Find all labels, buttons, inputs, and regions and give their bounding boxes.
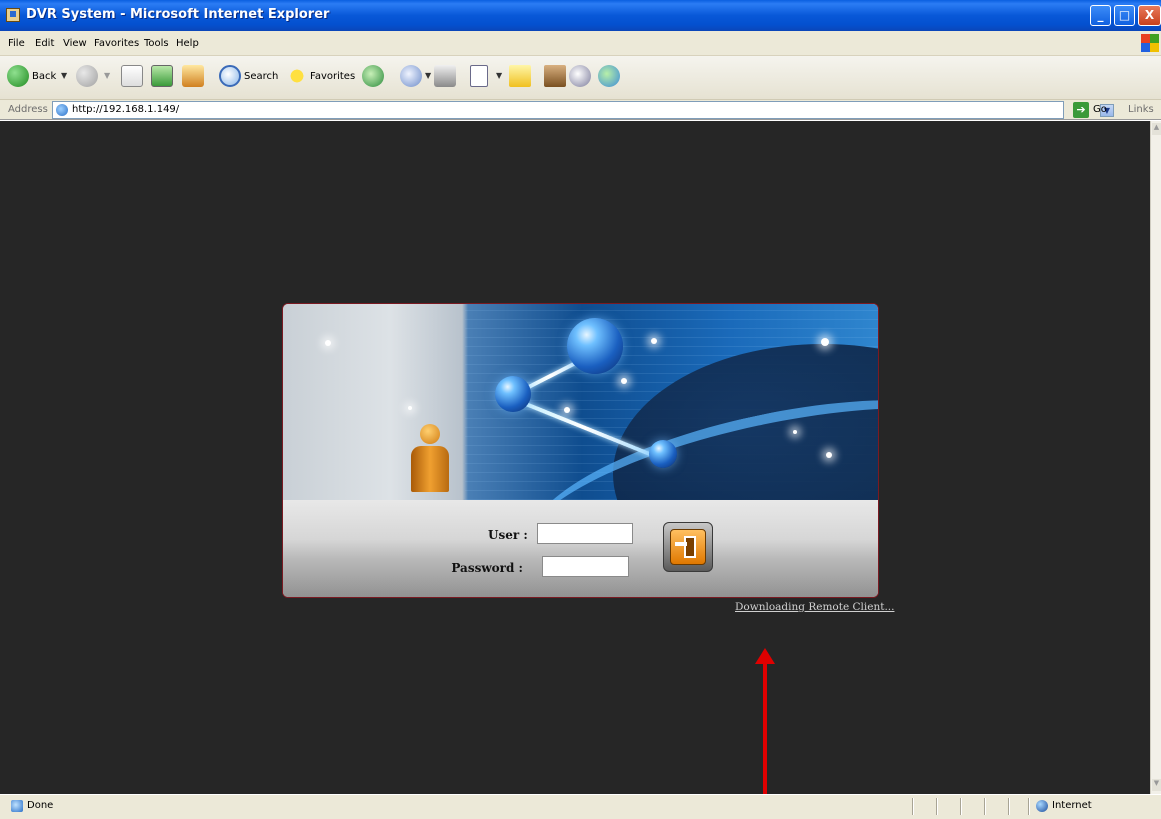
maximize-button[interactable]: □ <box>1114 5 1135 26</box>
title-bar: DVR System - Microsoft Internet Explorer… <box>0 0 1161 31</box>
address-url[interactable]: http://192.168.1.149/ <box>72 104 179 115</box>
contacts-icon[interactable] <box>598 65 620 87</box>
network-node-icon <box>495 376 531 412</box>
scroll-down-icon[interactable]: ▼ <box>1152 779 1161 791</box>
forward-arrow-icon[interactable] <box>76 65 98 87</box>
status-bar: Done Internet <box>0 794 1161 819</box>
discuss-note-icon[interactable] <box>509 65 531 87</box>
back-dropdown-icon[interactable]: ▼ <box>61 71 67 80</box>
menu-help[interactable]: Help <box>176 38 199 49</box>
search-label[interactable]: Search <box>244 71 278 82</box>
home-icon[interactable] <box>182 65 204 87</box>
forward-dropdown-icon[interactable]: ▼ <box>104 71 110 80</box>
ie-app-icon <box>6 8 20 22</box>
links-button[interactable]: Links <box>1128 104 1154 115</box>
menu-tools[interactable]: Tools <box>144 38 169 49</box>
stop-icon[interactable] <box>121 65 143 87</box>
edit-word-icon[interactable] <box>470 65 488 87</box>
mail-dropdown-icon[interactable]: ▼ <box>425 71 431 80</box>
login-door-icon <box>670 529 706 565</box>
user-label: User : <box>488 528 528 542</box>
favorites-star-icon[interactable] <box>286 65 308 87</box>
research-icon[interactable] <box>544 65 566 87</box>
login-button[interactable] <box>663 522 713 572</box>
user-avatar-icon <box>411 424 449 492</box>
address-input[interactable]: http://192.168.1.149/ ▼ <box>52 101 1114 119</box>
status-text: Done <box>27 800 54 811</box>
menu-file[interactable]: File <box>8 38 25 49</box>
menu-edit[interactable]: Edit <box>35 38 54 49</box>
login-panel: User : Password : <box>282 303 879 598</box>
refresh-icon[interactable] <box>151 65 173 87</box>
network-node-icon <box>567 318 623 374</box>
windows-logo-icon <box>1141 34 1159 52</box>
menu-view[interactable]: View <box>63 38 87 49</box>
go-arrow-icon[interactable]: ➔ <box>1073 102 1089 118</box>
history-icon[interactable] <box>362 65 384 87</box>
window-title: DVR System - Microsoft Internet Explorer <box>26 7 330 22</box>
network-node-icon <box>649 440 677 468</box>
edit-dropdown-icon[interactable]: ▼ <box>496 71 502 80</box>
login-banner-image <box>283 304 878 500</box>
internet-zone-icon <box>1036 800 1048 812</box>
menu-bar: File Edit View Favorites Tools Help <box>0 31 1161 56</box>
toolbar: Back ▼ ▼ Search Favorites ▼ ▼ <box>0 56 1161 100</box>
zone-text: Internet <box>1052 800 1092 811</box>
vertical-scrollbar[interactable]: ▲ ▼ <box>1150 121 1161 794</box>
close-button[interactable]: X <box>1138 5 1161 26</box>
address-label: Address <box>8 104 48 115</box>
back-label[interactable]: Back <box>32 71 56 82</box>
messenger-icon[interactable] <box>569 65 591 87</box>
login-form: User : Password : <box>283 500 878 597</box>
user-input[interactable] <box>537 523 633 544</box>
menu-favorites[interactable]: Favorites <box>94 38 139 49</box>
address-bar: Address http://192.168.1.149/ ▼ ➔ Go Lin… <box>0 100 1161 120</box>
scroll-up-icon[interactable]: ▲ <box>1152 123 1161 135</box>
print-icon[interactable] <box>434 65 456 87</box>
password-input[interactable] <box>542 556 629 577</box>
ie-page-icon <box>56 104 68 116</box>
search-icon[interactable] <box>219 65 241 87</box>
minimize-button[interactable]: _ <box>1090 5 1111 26</box>
password-label: Password : <box>451 561 523 575</box>
mail-icon[interactable] <box>400 65 422 87</box>
go-button[interactable]: Go <box>1093 104 1107 115</box>
favorites-label[interactable]: Favorites <box>310 71 355 82</box>
page-status-icon <box>11 800 23 812</box>
back-arrow-icon[interactable] <box>7 65 29 87</box>
download-remote-client-link[interactable]: Downloading Remote Client... <box>735 601 894 613</box>
